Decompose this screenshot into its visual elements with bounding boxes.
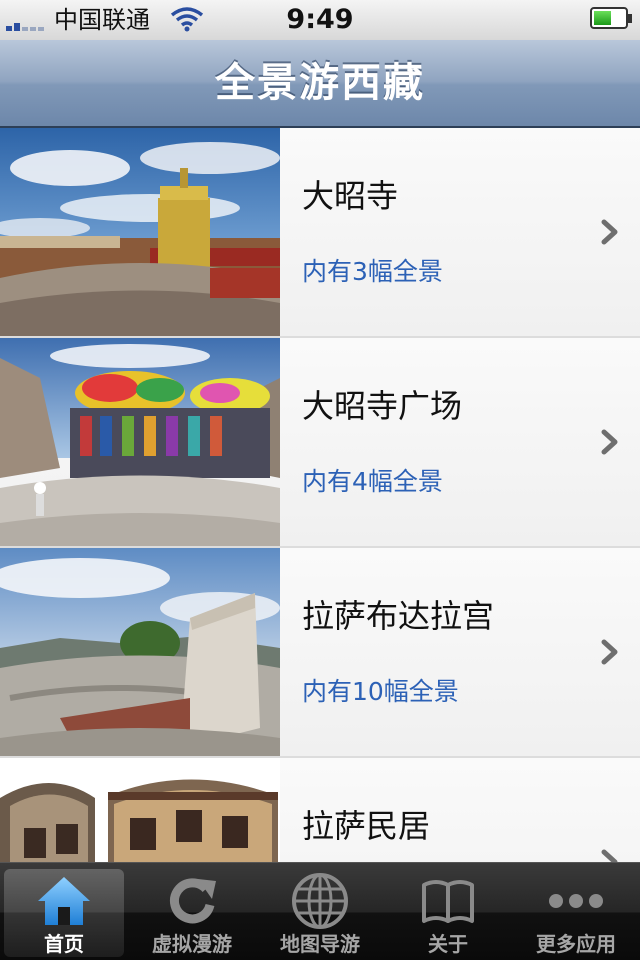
tab-label: 首页 <box>44 932 84 956</box>
list-item-jokhang-square[interactable]: 大昭寺广场 内有4幅全景 <box>0 338 640 548</box>
status-time: 9:49 <box>286 4 354 35</box>
page-title: 全景游西藏 <box>215 60 425 106</box>
refresh-icon <box>170 878 216 924</box>
panorama-list[interactable]: 大昭寺 内有3幅全景 大昭寺广场 内有4幅全景 拉萨布达拉宫 内有10幅全景 拉… <box>0 128 640 862</box>
tab-virtual-tour[interactable]: 虚拟漫游 <box>128 863 256 960</box>
battery-nub <box>628 14 632 23</box>
list-item-subtitle: 内有4幅全景 <box>302 467 443 496</box>
list-item-lhasa-residences[interactable]: 拉萨民居 <box>0 758 640 862</box>
tab-more-apps[interactable]: 更多应用 <box>512 863 640 960</box>
list-item-title: 大昭寺广场 <box>302 387 463 425</box>
navigation-bar: 全景游西藏 <box>0 40 640 128</box>
tab-label: 地图导游 <box>280 932 360 956</box>
list-item-potala-palace[interactable]: 拉萨布达拉宫 内有10幅全景 <box>0 548 640 758</box>
list-item-subtitle: 内有10幅全景 <box>302 677 459 706</box>
tab-label: 虚拟漫游 <box>152 932 232 956</box>
tab-label: 更多应用 <box>536 932 616 956</box>
book-icon <box>422 880 474 923</box>
jokhang-square-thumbnail <box>0 338 280 546</box>
lhasa-residences-thumbnail <box>0 758 280 862</box>
list-item-jokhang-temple[interactable]: 大昭寺 内有3幅全景 <box>0 128 640 338</box>
app-screen: 中国联通 9:49 全景游西藏 大昭寺 内有3幅全景 大昭寺广场 内有4幅全景 … <box>0 0 640 960</box>
tab-about[interactable]: 关于 <box>384 863 512 960</box>
chevron-right-icon <box>601 219 618 245</box>
chevron-right-icon <box>601 639 618 665</box>
tab-map-guide[interactable]: 地图导游 <box>256 863 384 960</box>
status-bar: 中国联通 9:49 <box>0 0 640 40</box>
list-item-subtitle: 内有3幅全景 <box>302 257 443 286</box>
tab-bar: 首页 虚拟漫游 地图导游 关于 更多应用 <box>0 862 640 960</box>
more-icon <box>549 894 603 908</box>
list-item-title: 拉萨民居 <box>302 807 431 845</box>
tab-home[interactable]: 首页 <box>0 863 128 960</box>
tab-label: 关于 <box>428 932 468 956</box>
battery-icon <box>590 7 628 29</box>
list-item-title: 拉萨布达拉宫 <box>302 597 495 635</box>
globe-icon <box>292 873 348 929</box>
jokhang-temple-thumbnail <box>0 128 280 336</box>
list-item-title: 大昭寺 <box>302 177 399 215</box>
potala-palace-thumbnail <box>0 548 280 756</box>
home-icon <box>38 877 90 925</box>
chevron-right-icon <box>601 849 618 862</box>
chevron-right-icon <box>601 429 618 455</box>
